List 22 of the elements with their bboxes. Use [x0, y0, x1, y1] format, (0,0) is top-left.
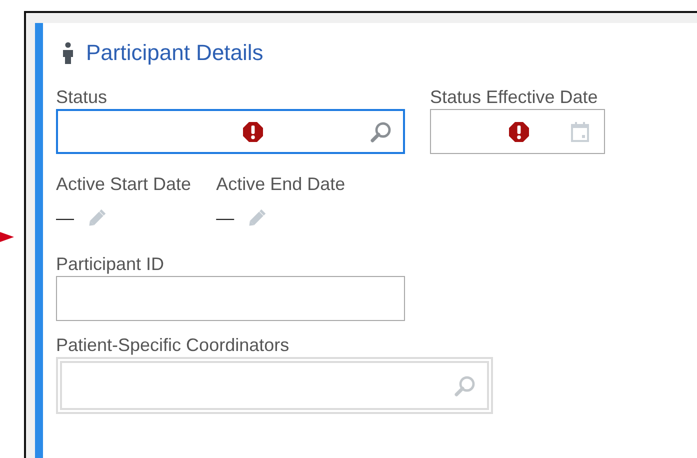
field-label: Status Effective Date — [430, 86, 598, 108]
empty-value: — — [56, 208, 74, 228]
field-label: Participant ID — [56, 253, 164, 275]
status-lookup-field[interactable] — [56, 109, 405, 154]
pointer-arrow-icon — [0, 230, 14, 244]
search-icon[interactable] — [369, 120, 393, 144]
lookup-field[interactable] — [56, 357, 493, 414]
person-icon — [62, 42, 74, 64]
calendar-icon[interactable] — [570, 120, 590, 142]
section-title: Participant Details — [86, 40, 264, 66]
date-field[interactable] — [430, 109, 605, 154]
field-label: Patient-Specific Coordinators — [56, 334, 290, 356]
empty-value: — — [216, 208, 234, 228]
field-label: Active Start Date — [56, 173, 192, 195]
field-label: Status — [56, 86, 108, 108]
pencil-icon[interactable] — [86, 208, 108, 228]
text-input-field[interactable] — [56, 276, 405, 321]
field-label: Active End Date — [216, 173, 346, 195]
search-icon[interactable] — [453, 374, 477, 398]
error-icon — [242, 120, 264, 142]
error-icon — [508, 120, 530, 142]
pencil-icon[interactable] — [246, 208, 268, 228]
